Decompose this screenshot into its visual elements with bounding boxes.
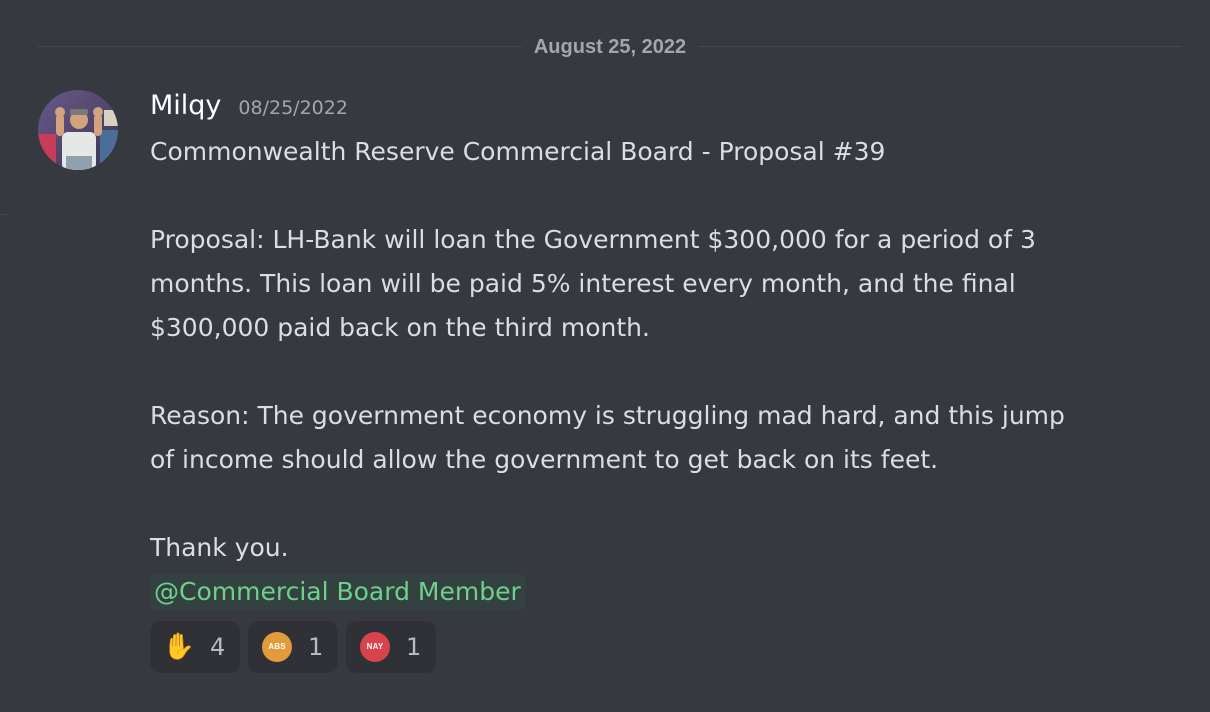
message-line-proposal-3: $300,000 paid back on the third month. [150,313,650,342]
reaction-count: 1 [308,633,324,661]
author-name[interactable]: Milqy [150,90,221,122]
date-divider: August 25, 2022 [38,35,1182,59]
chat-view: August 25, 2022 Milqy 08/25/2022 Commonw… [0,0,1210,712]
role-mention[interactable]: @Commercial Board Member [150,574,525,610]
reaction-raised-hand[interactable]: ✋ 4 [150,621,240,673]
abs-badge: ABS [262,632,292,662]
message-line-title: Commonwealth Reserve Commercial Board - … [150,137,886,166]
avatar[interactable] [38,90,118,170]
nay-icon: NAY [360,632,390,662]
message-body: Commonwealth Reserve Commercial Board - … [150,130,1150,614]
message-timestamp[interactable]: 08/25/2022 [238,96,348,120]
reaction-count: 1 [406,633,422,661]
message-line-thanks: Thank you. [150,533,289,562]
reaction-count: 4 [210,633,226,661]
message-line-reason-1: Reason: The government economy is strugg… [150,401,1065,430]
avatar-image [38,90,118,170]
date-divider-label: August 25, 2022 [521,35,699,59]
message-content: Milqy 08/25/2022 Commonwealth Reserve Co… [150,90,1150,673]
raised-hand-icon: ✋ [162,632,196,662]
nay-badge: NAY [360,632,390,662]
message-line-proposal-2: months. This loan will be paid 5% intere… [150,269,1016,298]
reaction-bar: ✋ 4 ABS 1 NAY 1 [150,621,1150,673]
message-header: Milqy 08/25/2022 [150,90,1150,128]
message-line-proposal-1: Proposal: LH-Bank will loan the Governme… [150,225,1036,254]
left-edge-line [0,214,8,215]
message-line-reason-2: of income should allow the government to… [150,445,939,474]
reaction-nay[interactable]: NAY 1 [346,621,436,673]
abs-icon: ABS [262,632,292,662]
reaction-abs[interactable]: ABS 1 [248,621,338,673]
